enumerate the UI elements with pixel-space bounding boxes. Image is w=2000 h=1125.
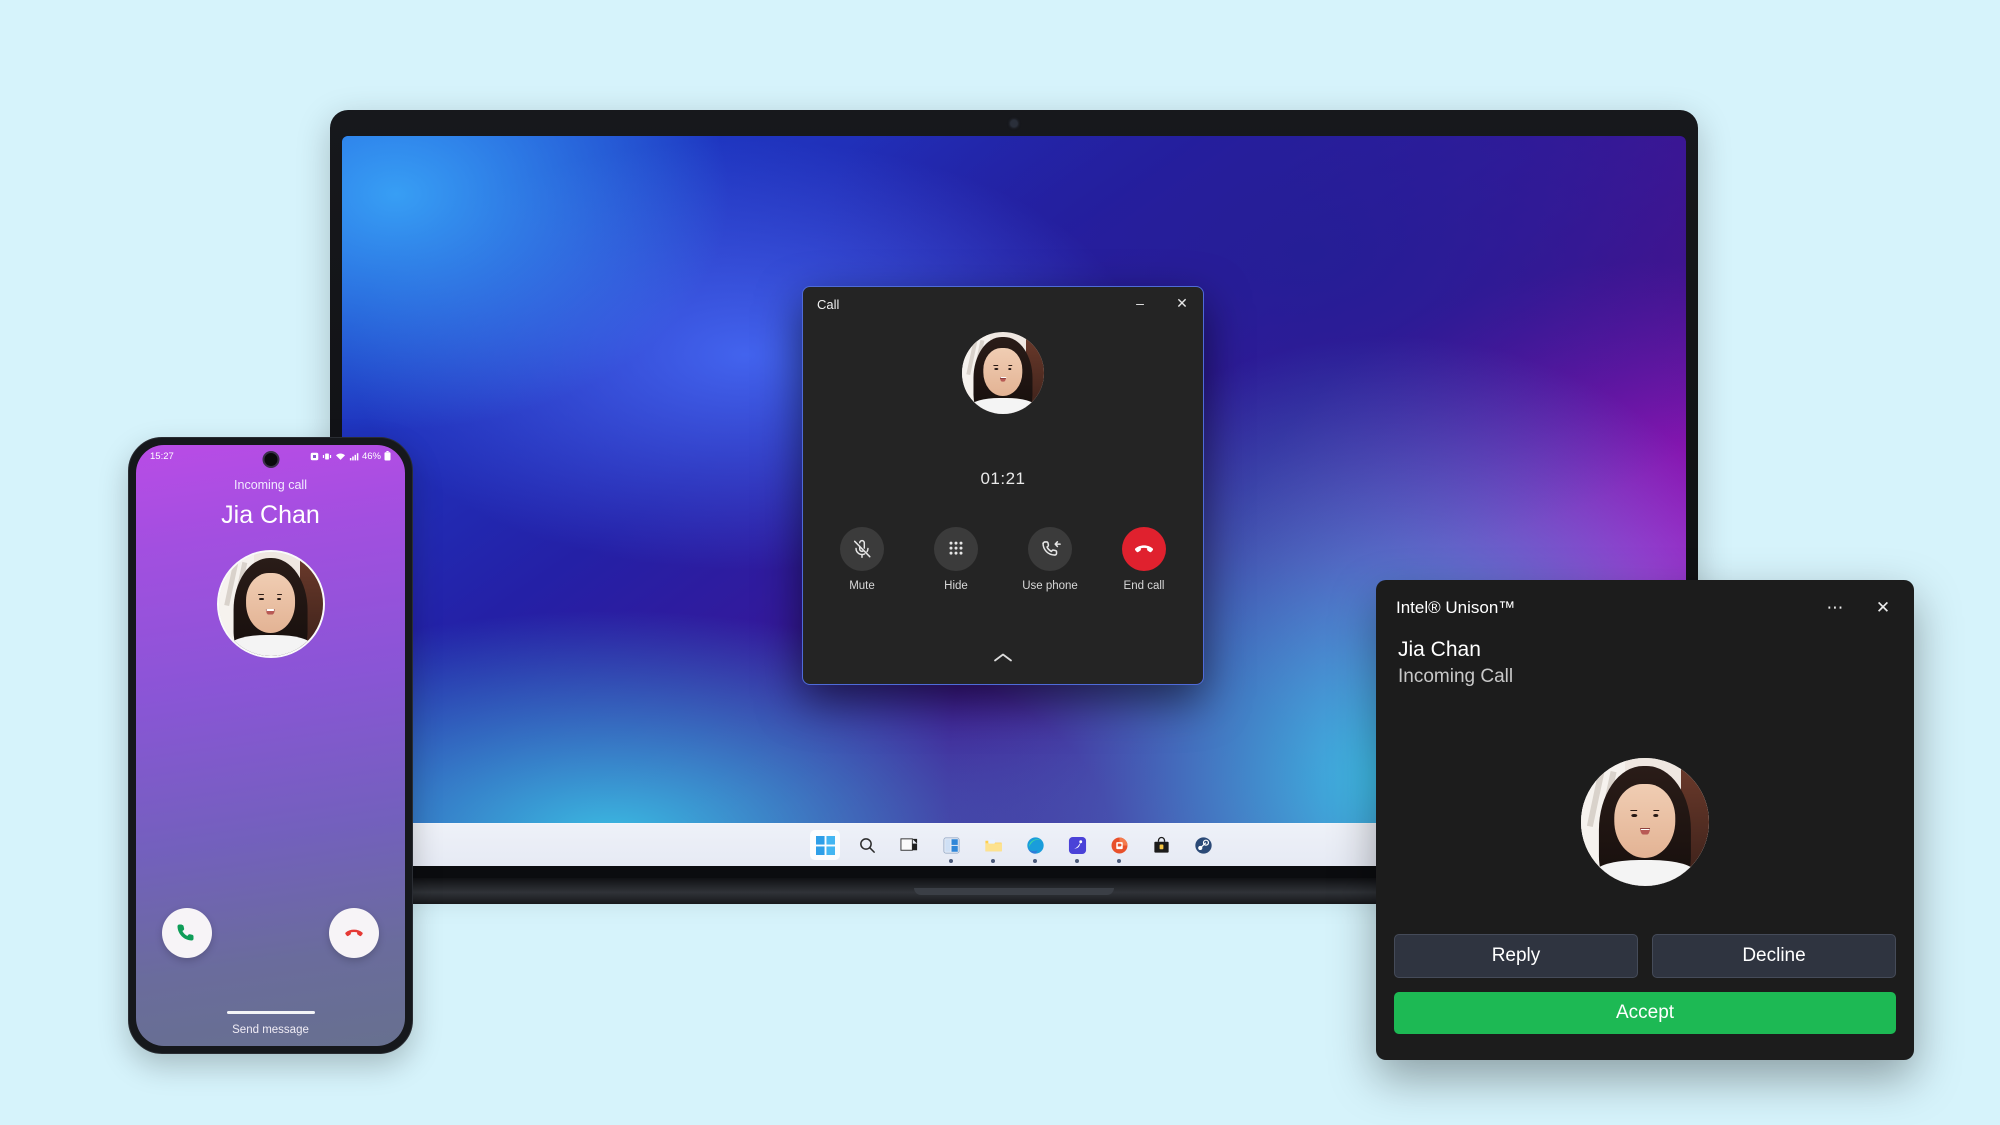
- vibrate-icon: [322, 453, 332, 459]
- phone-screen: 15:27 46% Incoming call Jia Chan Send me…: [136, 445, 405, 1046]
- close-icon[interactable]: ✕: [1161, 287, 1203, 319]
- unison-caller-info: Jia Chan Incoming Call: [1376, 636, 1914, 690]
- phone-incoming-label: Incoming call: [234, 478, 307, 492]
- close-icon[interactable]: ✕: [1862, 588, 1904, 628]
- mute-label: Mute: [849, 580, 875, 592]
- call-window[interactable]: Call – ✕ 01:21 Mute Hide Use phone End c…: [802, 286, 1204, 685]
- portrait-illustration: [1581, 758, 1709, 886]
- front-camera-icon: [262, 451, 279, 468]
- powerpoint-button[interactable]: [1104, 830, 1134, 863]
- phone-decline-button[interactable]: [329, 908, 379, 958]
- search-button[interactable]: [852, 830, 882, 860]
- caller-avatar: [962, 332, 1044, 414]
- phone-send-message-label[interactable]: Send message: [136, 1024, 405, 1036]
- phone-caller-name: Jia Chan: [221, 501, 320, 529]
- unison-button[interactable]: [1062, 830, 1092, 863]
- phone-caller-avatar: [216, 550, 325, 658]
- phone-gesture-handle[interactable]: [226, 1011, 315, 1014]
- scene: Call – ✕ 01:21 Mute Hide Use phone End c…: [0, 0, 2000, 1125]
- mic-muted-icon: [840, 527, 884, 571]
- start-button[interactable]: [810, 830, 840, 860]
- phone-call-buttons: [136, 908, 405, 958]
- phone-device: 15:27 46% Incoming call Jia Chan Send me…: [128, 437, 413, 1054]
- phone-clock: 15:27: [150, 450, 174, 462]
- alarm-icon: [310, 452, 319, 460]
- steam-button[interactable]: [1188, 830, 1218, 860]
- task-view-button[interactable]: [894, 830, 924, 860]
- phone-battery-percent: 46%: [361, 450, 381, 462]
- store-button[interactable]: [1146, 830, 1176, 860]
- more-options-icon[interactable]: ⋯: [1814, 588, 1856, 628]
- expand-chevron-icon[interactable]: [803, 651, 1203, 670]
- webcam-icon: [1010, 120, 1018, 127]
- call-window-controls: – ✕: [1119, 287, 1203, 319]
- use-phone-button[interactable]: Use phone: [1020, 527, 1080, 592]
- end-call-icon: [1122, 527, 1166, 571]
- unison-caller-avatar: [1581, 758, 1709, 886]
- unison-window[interactable]: Intel® Unison™ ⋯ ✕ Jia Chan Incoming Cal…: [1376, 580, 1914, 1060]
- phone-accept-button[interactable]: [162, 908, 212, 958]
- unison-secondary-actions: Reply Decline: [1394, 934, 1896, 978]
- battery-icon: [384, 451, 391, 461]
- end-call-button[interactable]: End call: [1114, 527, 1174, 592]
- hide-label: Hide: [944, 580, 968, 592]
- mute-button[interactable]: Mute: [832, 527, 892, 592]
- minimize-icon[interactable]: –: [1119, 287, 1161, 319]
- accept-button[interactable]: Accept: [1394, 992, 1896, 1034]
- widgets-button[interactable]: [936, 830, 966, 863]
- unison-caller-name: Jia Chan: [1398, 638, 1481, 661]
- signal-icon: [349, 452, 359, 460]
- phone-decline-icon: [345, 929, 363, 937]
- hide-button[interactable]: Hide: [926, 527, 986, 592]
- dialpad-icon: [934, 527, 978, 571]
- reply-button[interactable]: Reply: [1394, 934, 1638, 978]
- phone-status-icons: 46%: [310, 451, 391, 462]
- phone-answer-icon: [177, 924, 194, 941]
- unison-call-status: Incoming Call: [1398, 666, 1514, 688]
- end-call-label: End call: [1123, 580, 1165, 592]
- unison-window-controls: ⋯ ✕: [1814, 580, 1904, 636]
- call-actions: Mute Hide Use phone End call: [803, 527, 1203, 592]
- portrait-illustration: [218, 552, 323, 656]
- file-explorer-button[interactable]: [978, 830, 1008, 863]
- use-phone-label: Use phone: [1022, 580, 1078, 592]
- wifi-icon: [335, 453, 345, 460]
- decline-button[interactable]: Decline: [1652, 934, 1896, 978]
- portrait-illustration: [962, 332, 1044, 414]
- edge-button[interactable]: [1020, 830, 1050, 863]
- call-timer: 01:21: [980, 469, 1026, 488]
- transfer-call-icon: [1028, 527, 1072, 571]
- laptop-base-notch: [914, 888, 1114, 895]
